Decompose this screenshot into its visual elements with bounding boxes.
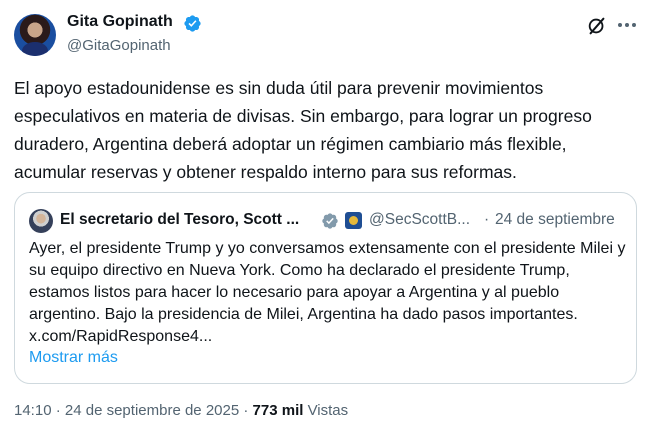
grok-icon[interactable] xyxy=(586,15,608,37)
author-avatar[interactable] xyxy=(14,14,56,56)
verified-badge-icon[interactable] xyxy=(183,14,202,33)
tweet-date[interactable]: 24 de septiembre de 2025 xyxy=(65,402,239,419)
quoted-tweet[interactable]: El secretario del Tesoro, Scott ... @Sec… xyxy=(14,192,637,384)
quoted-author-name[interactable]: El secretario del Tesoro, Scott ... xyxy=(60,211,299,229)
tweet-meta: 14:10 · 24 de septiembre de 2025 · 773 m… xyxy=(14,402,348,419)
tweet-detail: Gita Gopinath @GitaGopinath El apoyo est… xyxy=(0,0,649,438)
author-name[interactable]: Gita Gopinath xyxy=(67,13,173,31)
views-label: Vistas xyxy=(307,402,349,419)
tweet-text: El apoyo estadounidense es sin duda útil… xyxy=(14,78,592,182)
separator-dot: · xyxy=(243,402,249,419)
quoted-text: Ayer, el presidente Trump y yo conversam… xyxy=(29,240,626,345)
verified-badge-icon xyxy=(322,213,338,229)
views-count[interactable]: 773 mil xyxy=(253,402,304,419)
separator-dot: · xyxy=(484,211,490,228)
government-badge-icon xyxy=(345,212,362,229)
author-handle[interactable]: @GitaGopinath xyxy=(67,37,171,54)
show-more-link[interactable]: Mostrar más xyxy=(29,349,118,367)
separator-dot: · xyxy=(55,402,61,419)
tweet-time[interactable]: 14:10 xyxy=(14,402,52,419)
more-icon[interactable] xyxy=(614,14,640,36)
quoted-author-handle[interactable]: @SecScottB... xyxy=(369,211,470,229)
quoted-date[interactable]: 24 de septiembre xyxy=(495,211,615,229)
quoted-author-avatar[interactable] xyxy=(29,209,53,233)
